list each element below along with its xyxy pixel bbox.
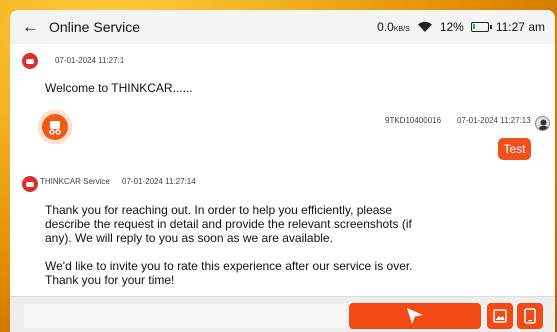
page-title: Online Service [49,19,141,35]
service-avatar-icon [22,53,38,69]
clock: 11:27 am [495,20,545,34]
message-line: any). We will reply to you as soon as we… [45,231,333,245]
chat-area[interactable]: 07-01-2024 11:27:1 Welcome to THINKCAR..… [10,44,555,296]
message-line: Thank you for your time! [45,273,175,287]
send-cursor-icon [407,308,423,324]
message-line: We'd like to invite you to rate this exp… [45,259,413,273]
network-speed: 0.0KB/S [377,20,410,34]
service-robot-icon [38,110,72,144]
message-line: describe the request in detail and provi… [45,217,412,231]
composer-bar [10,296,555,332]
screenshot-button[interactable] [517,303,543,329]
battery-level [472,24,475,29]
back-arrow-icon[interactable]: ← [22,17,39,37]
message-timestamp: 07-01-2024 11:27:13 [457,116,531,125]
battery-percent: 12% [439,20,464,34]
wifi-icon [417,21,432,32]
message-sender: 9TKD10400016 [385,116,442,125]
title-bar: ← Online Service 0.0KB/S 12% 11:27 am [10,10,555,44]
battery-icon [470,22,492,32]
user-avatar-icon [535,116,550,131]
image-icon [493,309,507,323]
screen: ← Online Service 0.0KB/S 12% 11:27 am 07… [10,10,555,332]
message-line: Thank you for reaching out. In order to … [45,203,393,217]
message-timestamp: 07-01-2024 11:27:14 [122,177,196,186]
service-avatar-icon [22,176,38,192]
send-button[interactable] [349,303,481,329]
message-sender: THINKCAR Service [40,177,110,186]
user-message-bubble[interactable]: Test [498,138,531,160]
device-frame: ← Online Service 0.0KB/S 12% 11:27 am 07… [0,0,557,332]
status-area: 0.0KB/S 12% 11:27 am [377,20,545,34]
image-upload-button[interactable] [487,303,513,329]
message-input[interactable] [24,304,346,328]
message-text: Welcome to THINKCAR...... [45,81,193,95]
phone-icon [524,308,536,324]
message-timestamp: 07-01-2024 11:27:1 [55,56,125,65]
